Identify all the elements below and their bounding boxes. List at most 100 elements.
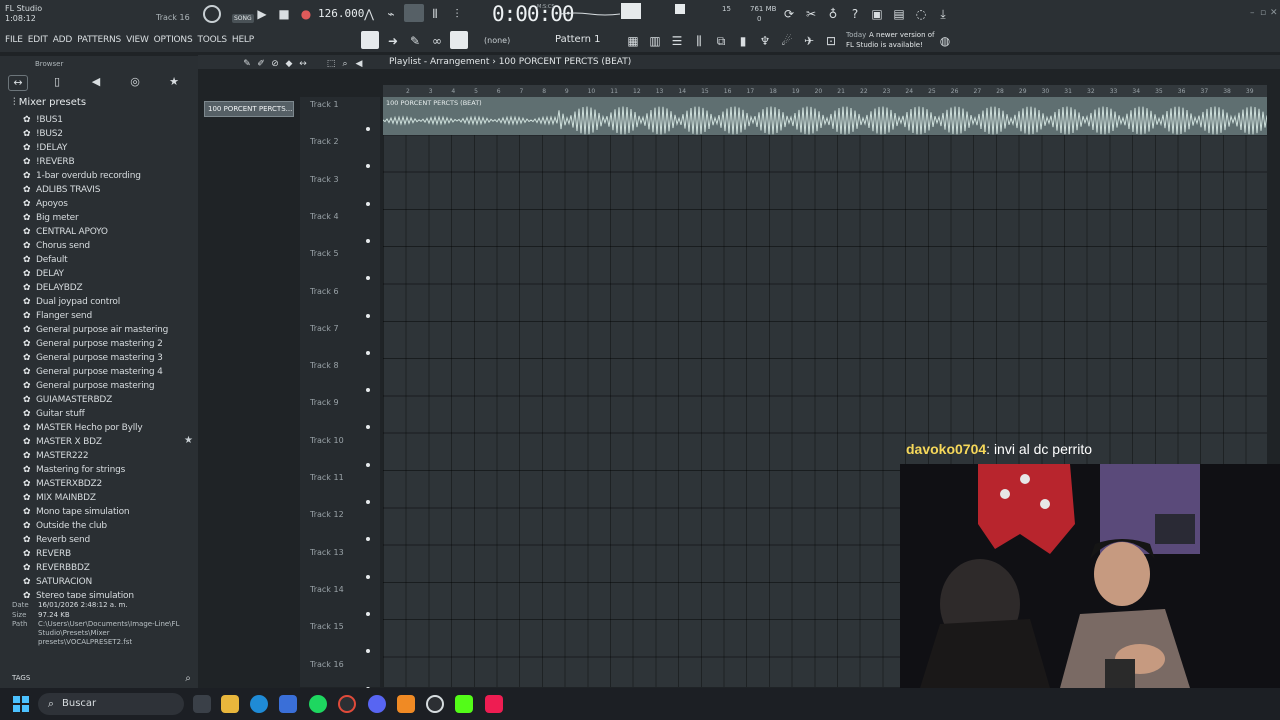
zoom-icon[interactable]: ⌕ — [338, 57, 352, 71]
track-name[interactable]: Track 8 — [310, 361, 339, 370]
fl-studio-icon[interactable] — [397, 695, 415, 713]
menu-help[interactable]: HELP — [232, 35, 254, 45]
stop-button[interactable]: ■ — [277, 7, 291, 21]
cart-icon[interactable]: ⊡ — [824, 34, 838, 48]
track-mute-led[interactable] — [366, 238, 370, 243]
browser-all-tab[interactable]: ↔ — [8, 75, 28, 91]
stamp-icon[interactable] — [450, 31, 468, 49]
news-headline-1[interactable]: A newer version of — [869, 31, 935, 40]
playlist-icon[interactable]: ▦ — [626, 34, 640, 48]
metronome-icon[interactable]: ⋀ — [362, 7, 376, 21]
touch-controller-icon[interactable]: ☄ — [780, 34, 794, 48]
preset-item[interactable]: ✿ Outside the club — [23, 519, 198, 533]
piano-roll-icon[interactable]: ▥ — [648, 34, 662, 48]
download-icon[interactable]: ⤓ — [936, 7, 950, 21]
preset-item[interactable]: ✿ MASTERXBDZ2 — [23, 477, 198, 491]
spotify-icon[interactable] — [309, 695, 327, 713]
track-name[interactable]: Track 4 — [310, 212, 339, 221]
countdown-toggle[interactable] — [404, 4, 424, 22]
midi-icon[interactable]: ✂ — [804, 7, 818, 21]
search-icon[interactable]: ⌕ — [181, 672, 195, 686]
menu-view[interactable]: VIEW — [126, 35, 149, 45]
taskbar-search[interactable] — [38, 693, 184, 715]
track-mute-led[interactable] — [366, 574, 370, 579]
preset-item[interactable]: ✿ CENTRAL APOYO — [23, 225, 198, 239]
mixer-icon[interactable]: ⫼ — [692, 34, 706, 48]
track-name[interactable]: Track 12 — [310, 510, 344, 519]
preset-item[interactable]: ✿ Default — [23, 253, 198, 267]
track-name[interactable]: Track 3 — [310, 175, 339, 184]
preset-item[interactable]: ✿ MASTER Hecho por Bylly — [23, 421, 198, 435]
track-mute-led[interactable] — [366, 462, 370, 467]
track-mute-led[interactable] — [366, 500, 370, 504]
channel-rack-icon[interactable]: ☰ — [670, 34, 684, 48]
tools-icon[interactable]: ✈ — [802, 34, 816, 48]
preset-item[interactable]: ✿ Stereo tape simulation — [23, 589, 198, 598]
preset-item[interactable]: ✿ !DELAY — [23, 141, 198, 155]
tempo-display[interactable]: 126.000 — [318, 7, 364, 20]
master-volume-knob[interactable] — [203, 5, 221, 23]
preset-item[interactable]: ✿ REVERB — [23, 547, 198, 561]
delete-icon[interactable]: ⊘ — [268, 57, 282, 71]
chrome-icon[interactable] — [338, 695, 356, 713]
menu-patterns[interactable]: PATTERNS — [77, 35, 121, 45]
track-name[interactable]: Track 16 — [310, 660, 344, 669]
song-mode-toggle[interactable]: SONG — [232, 14, 254, 23]
preset-item[interactable]: ✿ Guitar stuff — [23, 407, 198, 421]
pencil-icon[interactable]: ✎ — [240, 57, 254, 71]
track-mute-led[interactable] — [366, 649, 370, 654]
chat-icon[interactable]: ◌ — [914, 7, 928, 21]
paint-icon[interactable]: ✐ — [254, 57, 268, 71]
folder-mixer-presets[interactable]: ⫶ Mixer presets — [13, 97, 86, 108]
preset-item[interactable]: ✿ Reverb send — [23, 533, 198, 547]
track-name[interactable]: Track 11 — [310, 473, 344, 482]
menu-add[interactable]: ADD — [53, 35, 73, 45]
track-name[interactable]: Track 14 — [310, 585, 344, 594]
close-icon[interactable]: ✕ — [1270, 8, 1278, 18]
export-icon[interactable]: ▤ — [892, 7, 906, 21]
track-mute-led[interactable] — [366, 276, 370, 281]
globe-icon[interactable]: ◍ — [938, 34, 952, 48]
track-mute-led[interactable] — [366, 388, 370, 393]
track-mute-led[interactable] — [366, 164, 370, 169]
menu-edit[interactable]: EDIT — [28, 35, 48, 45]
file-explorer-icon[interactable] — [221, 695, 239, 713]
browser-favorites-tab[interactable]: ★ — [164, 75, 184, 91]
track-mute-led[interactable] — [366, 127, 370, 131]
preset-item[interactable]: ✿ MASTER X BDZ — [23, 435, 198, 449]
preset-item[interactable]: ✿ DELAYBDZ — [23, 281, 198, 295]
brush-icon[interactable]: ✎ — [408, 34, 422, 48]
select-icon[interactable]: ⬚ — [324, 57, 338, 71]
preset-item[interactable]: ✿ !REVERB — [23, 155, 198, 169]
menu-tools[interactable]: TOOLS — [197, 35, 227, 45]
tiktok-icon[interactable] — [485, 695, 503, 713]
task-view-icon[interactable] — [193, 695, 211, 713]
help-icon[interactable]: ? — [848, 7, 862, 21]
picker-pattern-clip[interactable]: 100 PORCENT PERCTS... — [204, 101, 294, 117]
playback-icon[interactable]: ◀ — [352, 57, 366, 71]
loop-record-icon[interactable]: ⫴ — [428, 7, 442, 21]
plugin-icon[interactable]: ▮ — [736, 34, 750, 48]
browser-audio-tab[interactable]: ◀ — [86, 75, 106, 91]
obs-icon[interactable] — [426, 695, 444, 713]
maximize-icon[interactable]: ▫ — [1260, 8, 1266, 18]
preset-item[interactable]: ✿ GUIAMASTERBDZ — [23, 393, 198, 407]
preset-item[interactable]: ✿ Mastering for strings — [23, 463, 198, 477]
preset-item[interactable]: ✿ MIX MAINBDZ — [23, 491, 198, 505]
record-button[interactable]: ● — [299, 7, 313, 21]
news-headline-2[interactable]: FL Studio is available! — [846, 41, 923, 49]
pattern-selector[interactable]: Pattern 1 — [555, 34, 601, 45]
track-mute-led[interactable] — [366, 350, 370, 355]
step-edit-icon[interactable]: ⫶ — [450, 7, 464, 21]
wait-input-icon[interactable]: ⌁ — [384, 7, 398, 21]
pattern-selector-none[interactable]: (none) — [484, 36, 510, 45]
windows-start-icon[interactable] — [13, 696, 29, 712]
discord-icon[interactable] — [368, 695, 386, 713]
preset-item[interactable]: ✿ SATURACION — [23, 575, 198, 589]
track-mute-led[interactable] — [366, 537, 370, 542]
preset-item[interactable]: ✿ General purpose mastering — [23, 379, 198, 393]
mute-icon[interactable]: ◆ — [282, 57, 296, 71]
track-name[interactable]: Track 5 — [310, 249, 339, 258]
preset-item[interactable]: ✿ 1-bar overdub recording — [23, 169, 198, 183]
save-icon[interactable]: ▣ — [870, 7, 884, 21]
